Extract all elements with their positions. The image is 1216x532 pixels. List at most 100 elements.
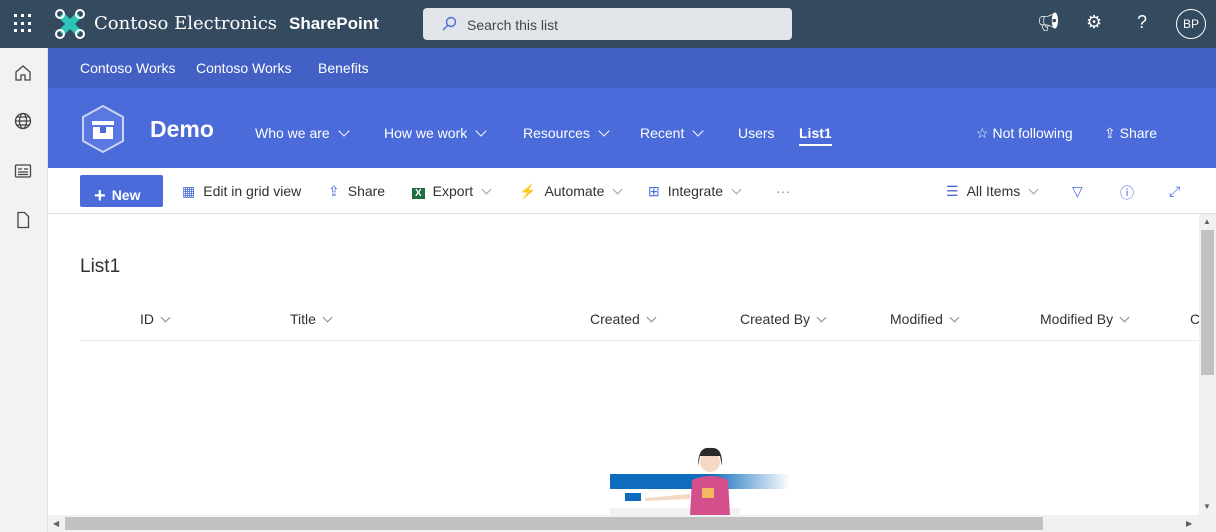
brand-name[interactable]: Contoso Electronics (94, 13, 277, 34)
automate-label: Automate (544, 183, 605, 199)
column-label: Created By (740, 311, 811, 327)
site-title[interactable]: Demo (150, 116, 214, 143)
scroll-up-icon[interactable]: ▲ (1203, 217, 1211, 226)
app-launcher-icon[interactable] (14, 14, 34, 34)
automate-button[interactable]: ⚡ Automate (519, 183, 623, 200)
nav-label: Who we are (255, 125, 330, 141)
vertical-scrollbar[interactable]: ▲ ▼ (1199, 214, 1216, 515)
scroll-right-icon[interactable]: ▶ (1186, 519, 1192, 528)
site-header: Demo Who we are How we work Resources Re… (48, 88, 1216, 168)
suite-bar: Contoso Electronics SharePoint Search th… (0, 0, 1216, 48)
chevron-down-icon (322, 312, 333, 323)
chevron-down-icon (949, 312, 960, 323)
column-label: ID (140, 311, 154, 327)
search-icon (442, 16, 457, 31)
site-logo[interactable] (80, 104, 126, 154)
nav-users[interactable]: Users (738, 125, 775, 141)
chevron-down-icon (1119, 312, 1130, 323)
hub-link[interactable]: Contoso Works (80, 60, 175, 76)
column-header-created-by[interactable]: Created By (740, 311, 827, 327)
hub-link[interactable]: Benefits (318, 60, 369, 76)
integrate-label: Integrate (667, 183, 723, 199)
integrate-button[interactable]: ⊞ Integrate (648, 183, 742, 200)
view-label: All Items (966, 183, 1021, 199)
column-header-partial[interactable]: C (1190, 311, 1199, 327)
nav-recent[interactable]: Recent (640, 125, 705, 141)
search-placeholder: Search this list (467, 17, 559, 33)
contoso-logo-icon[interactable] (55, 9, 85, 39)
view-selector[interactable]: ☰ All Items (946, 183, 1039, 200)
list-title: List1 (80, 256, 121, 277)
export-button[interactable]: X Export (412, 183, 492, 199)
app-name[interactable]: SharePoint (289, 14, 379, 34)
star-icon: ☆ (976, 125, 993, 141)
chevron-down-icon (338, 125, 350, 137)
chevron-down-icon (481, 184, 492, 195)
share-icon: ⇪ (1104, 125, 1120, 141)
column-label: Modified (890, 311, 943, 327)
share-label: Share (1119, 125, 1157, 141)
column-label: Modified By (1040, 311, 1114, 327)
hub-navigation: Contoso Works Contoso Works Benefits (48, 48, 1216, 88)
expand-icon[interactable]: ⤢ (1169, 183, 1180, 200)
follow-button[interactable]: ☆ Not following (976, 125, 1073, 142)
chevron-down-icon (1028, 184, 1039, 195)
chevron-down-icon (612, 184, 623, 195)
follow-label: Not following (992, 125, 1073, 141)
chevron-down-icon (475, 125, 487, 137)
column-header-id[interactable]: ID (140, 311, 171, 327)
home-icon[interactable] (14, 64, 34, 84)
column-header-modified-by[interactable]: Modified By (1040, 311, 1130, 327)
site-share-button[interactable]: ⇪ Share (1104, 125, 1157, 142)
info-icon[interactable]: ⓘ (1120, 183, 1134, 203)
scroll-left-icon[interactable]: ◀ (53, 519, 59, 528)
scrollbar-thumb[interactable] (1201, 230, 1214, 375)
nav-list1[interactable]: List1 (799, 125, 832, 146)
nav-label: How we work (384, 125, 468, 141)
share-icon: ⇪ (328, 183, 340, 199)
chevron-down-icon (646, 312, 657, 323)
gear-icon[interactable]: ⚙ (1086, 12, 1102, 33)
search-input[interactable]: Search this list (423, 8, 792, 40)
document-icon[interactable] (14, 211, 34, 231)
horizontal-scrollbar[interactable]: ◀ ▶ (48, 515, 1216, 532)
news-icon[interactable] (14, 162, 34, 182)
automate-icon: ⚡ (519, 183, 537, 199)
command-bar: + New ▦ Edit in grid view ⇪ Share X Export ⚡… (48, 168, 1216, 214)
edit-grid-button[interactable]: ▦ Edit in grid view (182, 183, 301, 200)
share-button[interactable]: ⇪ Share (328, 183, 385, 200)
nav-who-we-are[interactable]: Who we are (255, 125, 350, 141)
column-header-created[interactable]: Created (590, 311, 657, 327)
nav-resources[interactable]: Resources (523, 125, 610, 141)
scrollbar-thumb[interactable] (65, 517, 1043, 530)
column-label: Title (290, 311, 316, 327)
share-label: Share (347, 183, 386, 199)
globe-icon[interactable] (14, 112, 34, 132)
edit-grid-label: Edit in grid view (203, 183, 302, 199)
help-icon[interactable]: ? (1137, 12, 1147, 33)
column-header-modified[interactable]: Modified (890, 311, 960, 327)
plus-icon: + (94, 185, 106, 207)
chevron-down-icon (731, 184, 742, 195)
hub-link[interactable]: Contoso Works (196, 60, 291, 76)
megaphone-icon[interactable]: 📢︎ (1037, 12, 1060, 33)
column-header-title[interactable]: Title (290, 311, 333, 327)
chevron-down-icon (598, 125, 610, 137)
integrate-icon: ⊞ (648, 183, 660, 199)
avatar[interactable]: BP (1176, 9, 1206, 39)
more-button[interactable]: ··· (776, 183, 790, 199)
filter-icon[interactable]: ▽ (1072, 183, 1083, 200)
new-button[interactable]: + New (80, 175, 163, 207)
scroll-down-icon[interactable]: ▼ (1203, 502, 1211, 511)
new-label: New (111, 187, 141, 203)
nav-label: Recent (640, 125, 685, 141)
nav-how-we-work[interactable]: How we work (384, 125, 487, 141)
excel-icon: X (412, 188, 425, 199)
chevron-down-icon (692, 125, 705, 137)
chevron-down-icon (816, 312, 827, 323)
empty-list-illustration (610, 447, 790, 515)
column-label: Created (590, 311, 640, 327)
nav-label: Resources (523, 125, 590, 141)
chevron-down-icon (160, 312, 171, 323)
app-bar (0, 48, 48, 532)
